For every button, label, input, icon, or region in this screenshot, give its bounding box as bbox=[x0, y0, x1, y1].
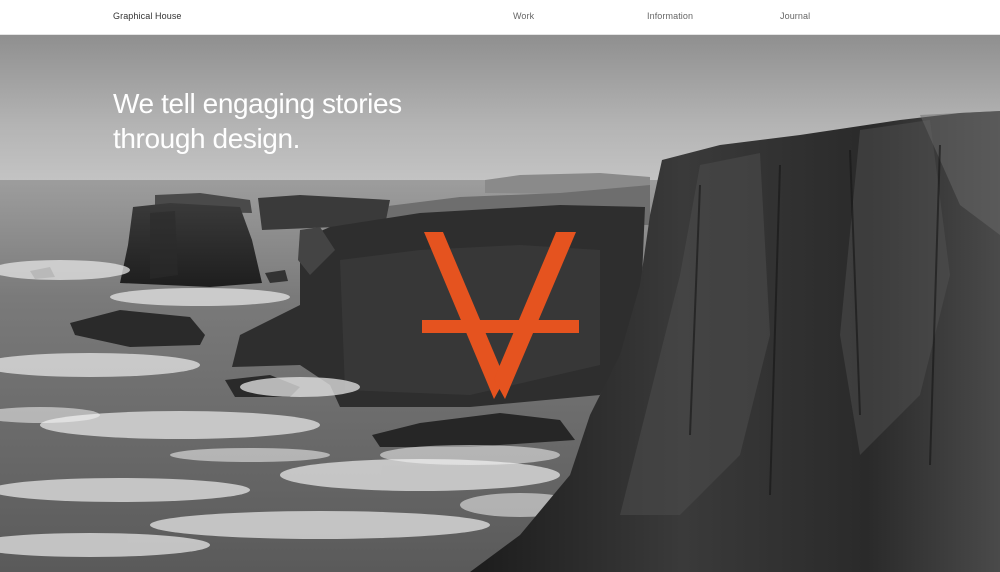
headline-line-1: We tell engaging stories bbox=[113, 88, 402, 119]
hero-headline: We tell engaging stories through design. bbox=[113, 86, 473, 156]
nav-journal-link[interactable]: Journal bbox=[780, 11, 810, 21]
top-navigation: Graphical House Work Information Journal bbox=[0, 0, 1000, 35]
nav-work-link[interactable]: Work bbox=[513, 11, 534, 21]
brand-link[interactable]: Graphical House bbox=[113, 11, 182, 21]
nav-information-link[interactable]: Information bbox=[647, 11, 693, 21]
hero-section: We tell engaging stories through design. bbox=[0, 35, 1000, 572]
headline-line-2: through design. bbox=[113, 123, 301, 154]
